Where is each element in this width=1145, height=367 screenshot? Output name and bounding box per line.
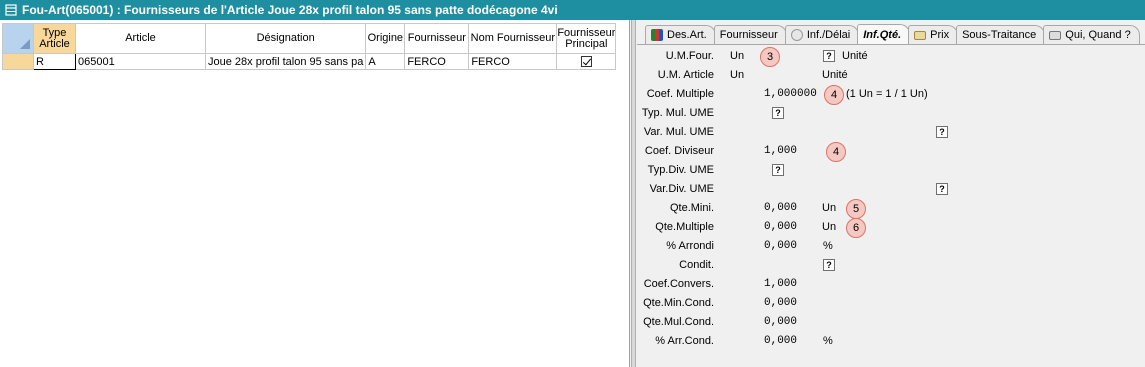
window-title: Fou-Art(065001) : Fournisseurs de l'Arti… [22,3,558,17]
um-four-badge: 3 [760,47,780,67]
coef-diviseur-label: Coef. Diviseur [644,145,714,157]
tab-des-art[interactable]: Des.Art. [645,25,716,44]
pct-arrondi-value[interactable]: 0,000 [764,240,797,252]
card-icon [1049,30,1062,40]
column-header-article[interactable]: Article [75,23,206,54]
typ-div-ume-label: Typ.Div. UME [647,164,714,176]
var-mul-ume-help-button[interactable]: ? [936,126,948,138]
qte-mini-badge: 5 [846,199,866,219]
detail-panel: Des.Art. Fournisseur Inf./Délai Inf.Qté.… [637,20,1145,367]
tab-sous-traitance[interactable]: Sous-Traitance [956,25,1046,44]
condit-row: Condit. ? [637,256,1145,275]
pct-arr-cond-row: % Arr.Cond. 0,000 % [637,332,1145,351]
qte-mini-unit: Un [822,202,837,214]
um-article-label: U.M. Article [657,69,714,81]
tab-bar: Des.Art. Fournisseur Inf./Délai Inf.Qté.… [645,24,1140,44]
supplier-grid: Type Article Article Désignation Origine… [0,20,630,367]
coef-multiple-badge: 4 [824,85,844,105]
pct-arr-cond-label: % Arr.Cond. [655,335,714,347]
cell-article[interactable]: 065001 [75,53,206,70]
tab-inf-qte[interactable]: Inf.Qté. [857,24,911,44]
row-selector[interactable] [2,53,34,70]
qte-mul-cond-value[interactable]: 0,000 [764,316,797,328]
qte-multiple-row: Qte.Multiple 0,000 Un 6 [637,218,1145,238]
tab-fournisseur[interactable]: Fournisseur [713,25,787,44]
cell-nom-fournisseur[interactable]: FERCO [468,53,558,70]
column-header-nom-fournisseur[interactable]: Nom Fournisseur [468,23,558,54]
condit-help-button[interactable]: ? [823,259,835,271]
um-four-help-button[interactable]: ? [823,50,835,62]
qte-mini-row: Qte.Mini. 0,000 Un 5 [637,199,1145,219]
pct-arr-cond-unit: % [823,335,833,347]
book-icon [651,29,663,41]
coef-multiple-label: Coef. Multiple [646,88,714,100]
qte-multiple-value[interactable]: 0,000 [764,221,797,233]
var-div-ume-label: Var.Div. UME [649,183,714,195]
coef-convers-label: Coef.Convers. [643,278,714,290]
qte-multiple-label: Qte.Multiple [655,221,714,233]
window-titlebar: Fou-Art(065001) : Fournisseurs de l'Arti… [0,0,1145,20]
column-header-designation[interactable]: Désignation [204,23,367,54]
qte-multiple-unit: Un [822,221,837,233]
var-mul-ume-label: Var. Mul. UME [643,126,714,138]
um-four-unit-text: Unité [842,50,868,62]
qte-mul-cond-label: Qte.Mul.Cond. [643,316,714,328]
qte-min-cond-row: Qte.Min.Cond. 0,000 [637,294,1145,313]
coef-multiple-note: (1 Un = 1 / 1 Un) [846,88,928,100]
tab-prix[interactable]: Prix [908,25,959,44]
cell-fournisseur[interactable]: FERCO [404,53,470,70]
coef-multiple-row: Coef. Multiple 1,000000 4 (1 Un = 1 / 1 … [637,85,1145,105]
um-article-value: Un [730,69,745,81]
tab-inf-delai[interactable]: Inf./Délai [784,25,860,44]
condit-label: Condit. [679,259,714,271]
price-icon [914,30,927,40]
qte-mini-value[interactable]: 0,000 [764,202,797,214]
qte-multiple-badge: 6 [846,218,866,238]
cell-origine[interactable]: A [365,53,406,70]
pane-splitter[interactable] [631,20,636,367]
cell-fournisseur-principal[interactable] [556,53,617,70]
typ-div-ume-row: Typ.Div. UME ? [637,161,1145,180]
qte-min-cond-label: Qte.Min.Cond. [643,297,714,309]
pct-arr-cond-value[interactable]: 0,000 [764,335,797,347]
table-row[interactable]: R 065001 Joue 28x profil talon 95 sans p… [2,53,617,70]
cell-type-article[interactable]: R [33,53,76,70]
pct-arrondi-row: % Arrondi 0,000 % [637,237,1145,256]
grid-corner[interactable] [2,23,34,54]
coef-diviseur-row: Coef. Diviseur 1,000 4 [637,142,1145,162]
um-four-value[interactable]: Un [730,50,744,62]
var-mul-ume-row: Var. Mul. UME ? [637,123,1145,142]
pct-arrondi-label: % Arrondi [666,240,714,252]
coef-diviseur-badge: 4 [826,142,846,162]
window-menu-icon[interactable] [0,0,22,20]
qte-mini-label: Qte.Mini. [669,202,714,214]
tab-qui-quand[interactable]: Qui, Quand ? [1043,25,1140,44]
column-header-origine[interactable]: Origine [365,23,406,54]
coef-convers-row: Coef.Convers. 1,000 [637,275,1145,294]
pct-arrondi-unit: % [823,240,833,252]
um-four-row: U.M.Four. Un 3 ? Unité [637,47,1145,67]
column-header-fournisseur[interactable]: Fournisseur [404,23,470,54]
column-header-type-article[interactable]: Type Article [33,23,76,54]
column-header-fournisseur-principal[interactable]: Fournisseur Principal [556,23,617,54]
var-div-ume-help-button[interactable]: ? [936,183,948,195]
coef-diviseur-value[interactable]: 1,000 [764,145,797,157]
typ-mul-ume-row: Typ. Mul. UME ? [637,104,1145,123]
tab-divider [637,44,1145,45]
var-div-ume-row: Var.Div. UME ? [637,180,1145,199]
um-four-label: U.M.Four. [665,50,714,62]
principal-checkbox[interactable] [580,56,592,68]
qte-min-cond-value[interactable]: 0,000 [764,297,797,309]
cell-designation[interactable]: Joue 28x profil talon 95 sans pa [204,53,367,70]
um-article-row: U.M. Article Un Unité [637,66,1145,85]
supplier-table: Type Article Article Désignation Origine… [2,23,617,70]
coef-convers-value[interactable]: 1,000 [764,278,797,290]
coef-multiple-value[interactable]: 1,000000 [764,88,817,100]
um-article-unit-text: Unité [822,69,848,81]
typ-mul-ume-label: Typ. Mul. UME [641,107,714,119]
typ-mul-ume-help-button[interactable]: ? [772,107,784,119]
typ-div-ume-help-button[interactable]: ? [772,164,784,176]
clock-icon [790,29,803,41]
qte-mul-cond-row: Qte.Mul.Cond. 0,000 [637,313,1145,332]
